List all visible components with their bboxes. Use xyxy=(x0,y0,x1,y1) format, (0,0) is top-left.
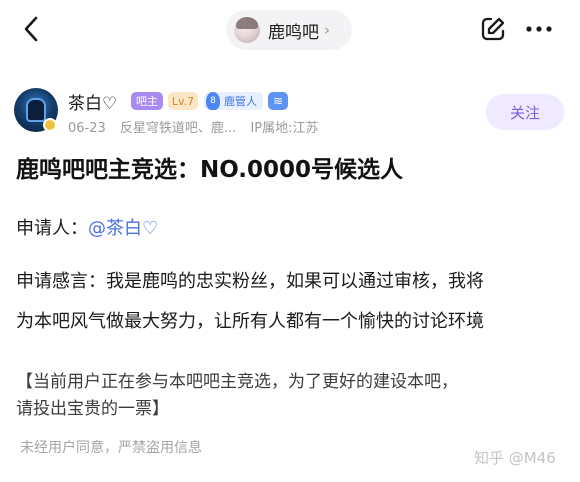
level-badge: Lv.7 xyxy=(168,92,198,110)
forum-avatar xyxy=(234,17,260,43)
disclaimer-text: 未经用户同意，严禁盗用信息 xyxy=(20,440,202,456)
post-meta: 06-23 反星穹铁道吧、鹿... IP属地:江苏 xyxy=(68,117,329,136)
notice-line: 【当前用户正在参与本吧吧主竞选，为了更好的建设本吧， xyxy=(16,372,458,392)
back-chevron-icon xyxy=(24,16,38,42)
applicant-label: 申请人： xyxy=(16,218,88,239)
applicant-line: 申请人：@茶白♡ xyxy=(16,214,158,240)
speech-line: 申请感言：我是鹿鸣的忠实粉丝，如果可以通过审核，我将 xyxy=(16,271,484,292)
back-button[interactable] xyxy=(16,14,46,44)
owner-badge: 吧主 xyxy=(131,92,163,110)
ip-location: IP属地:江苏 xyxy=(250,121,319,136)
chevron-right-icon: › xyxy=(324,21,330,39)
vote-notice: 【当前用户正在参与本吧吧主竞选，为了更好的建设本吧， 请投出宝贵的一票】 xyxy=(16,369,568,423)
watermark: 知乎 @M46 xyxy=(474,449,556,467)
speech-line: 为本吧风气做最大努力，让所有人都有一个愉快的讨论环境 xyxy=(16,311,484,332)
author-name[interactable]: 茶白♡ xyxy=(68,89,117,114)
edit-icon xyxy=(481,17,505,41)
manager-shield-icon: 8 xyxy=(206,92,220,110)
follow-button[interactable]: 关注 xyxy=(486,94,564,130)
forum-entry[interactable]: 鹿鸣吧 › xyxy=(226,10,352,50)
application-speech: 申请感言：我是鹿鸣的忠实粉丝，如果可以通过审核，我将 为本吧风气做最大努力，让所… xyxy=(16,262,568,342)
manager-badge: 8 鹿管人 xyxy=(204,92,263,110)
edit-button[interactable] xyxy=(478,14,508,44)
manager-badge-label: 鹿管人 xyxy=(224,95,257,108)
forum-name: 鹿鸣吧 xyxy=(268,22,319,43)
post-date: 06-23 xyxy=(68,121,106,136)
post-source-forums: 反星穹铁道吧、鹿... xyxy=(119,121,237,136)
more-dots-icon xyxy=(526,26,552,32)
wave-badge-icon: ≋ xyxy=(268,92,288,110)
more-button[interactable] xyxy=(522,14,556,44)
notice-line: 请投出宝贵的一票】 xyxy=(16,399,169,419)
post-title: 鹿鸣吧吧主竞选：NO.0000号候选人 xyxy=(16,157,404,183)
applicant-mention-link[interactable]: @茶白♡ xyxy=(88,218,158,239)
avatar-level-badge-icon xyxy=(43,118,57,132)
